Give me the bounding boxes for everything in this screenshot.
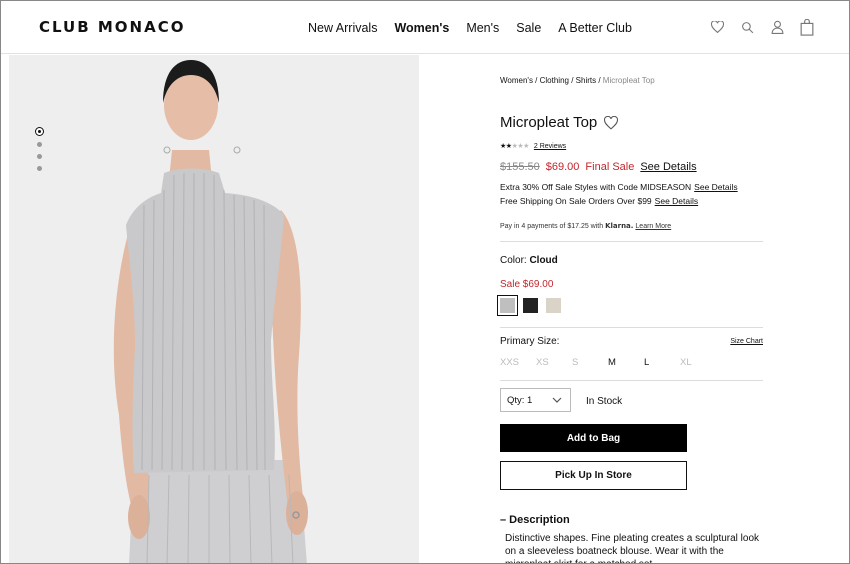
size-xxs[interactable]: XXS — [500, 357, 536, 368]
product-photo — [9, 55, 419, 563]
promo-2-details-link[interactable]: See Details — [655, 196, 698, 206]
see-details-link[interactable]: See Details — [640, 161, 696, 173]
site-header: CLUB MONACO New Arrivals Women's Men's S… — [1, 1, 849, 54]
description-text: Distinctive shapes. Fine pleating create… — [505, 533, 760, 563]
bag-icon[interactable] — [799, 18, 815, 36]
header-icons — [709, 18, 815, 36]
nav-mens[interactable]: Men's — [466, 21, 499, 35]
user-icon[interactable] — [769, 18, 785, 36]
chevron-down-icon — [552, 397, 562, 403]
size-xl[interactable]: XL — [680, 357, 716, 368]
add-to-bag-button[interactable]: Add to Bag — [500, 424, 687, 452]
size-s[interactable]: S — [572, 357, 608, 368]
size-options: XXS XS S M L XL — [500, 357, 716, 368]
product-title: Micropleat Top — [500, 114, 598, 131]
gallery-dot[interactable] — [37, 154, 42, 159]
quantity-value: Qty: 1 — [507, 395, 533, 406]
promo-text-1: Extra 30% Off Sale Styles with Code MIDS… — [500, 182, 692, 192]
price-row: $155.50 $69.00 Final Sale See Details — [500, 161, 697, 173]
swatch-black[interactable] — [523, 298, 538, 313]
rating-stars: ★★★★★ — [500, 143, 529, 150]
pick-up-in-store-button[interactable]: Pick Up In Store — [500, 461, 687, 490]
original-price: $155.50 — [500, 161, 540, 173]
divider — [500, 241, 763, 242]
wishlist-heart-icon[interactable] — [604, 115, 619, 130]
breadcrumb-current: Micropleat Top — [602, 76, 655, 85]
size-m[interactable]: M — [608, 357, 644, 368]
nav-sale[interactable]: Sale — [516, 21, 541, 35]
klarna-learn-more-link[interactable]: Learn More — [635, 223, 671, 230]
main-nav: New Arrivals Women's Men's Sale A Better… — [308, 21, 632, 35]
reviews-link[interactable]: 2 Reviews — [534, 143, 566, 150]
klarna-logo: Klarna. — [605, 222, 634, 230]
size-l[interactable]: L — [644, 357, 680, 368]
color-swatches — [497, 295, 561, 316]
sale-price-label: Sale $69.00 — [500, 279, 554, 290]
promo-text-2: Free Shipping On Sale Orders Over $99 — [500, 196, 652, 206]
gallery-dot[interactable] — [36, 128, 43, 135]
search-icon[interactable] — [739, 18, 755, 36]
description-heading[interactable]: – Description — [500, 514, 570, 526]
breadcrumb: Women's / Clothing / Shirts / Micropleat… — [500, 76, 655, 85]
breadcrumb-shirts[interactable]: Shirts — [576, 76, 596, 85]
size-xs[interactable]: XS — [536, 357, 572, 368]
page-frame: CLUB MONACO New Arrivals Women's Men's S… — [0, 0, 850, 564]
color-label: Color: — [500, 255, 530, 266]
size-chart-link[interactable]: Size Chart — [730, 338, 763, 345]
gallery-dots — [36, 128, 43, 171]
final-sale-label: Final Sale — [585, 161, 635, 173]
breadcrumb-clothing[interactable]: Clothing — [540, 76, 569, 85]
breadcrumb-separator: / — [532, 76, 540, 85]
promo-line-1: Extra 30% Off Sale Styles with Code MIDS… — [500, 182, 738, 192]
divider — [500, 327, 763, 328]
site-logo[interactable]: CLUB MONACO — [39, 18, 185, 36]
divider — [500, 380, 763, 381]
size-label: Primary Size: — [500, 336, 560, 347]
gallery-dot[interactable] — [37, 166, 42, 171]
nav-womens[interactable]: Women's — [394, 21, 449, 35]
product-image[interactable] — [9, 55, 419, 563]
klarna-row: Pay in 4 payments of $17.25 with Klarna.… — [500, 222, 671, 230]
rating-row: ★★★★★ 2 Reviews — [500, 142, 566, 151]
swatch-cloud[interactable] — [497, 295, 518, 316]
breadcrumb-womens[interactable]: Women's — [500, 76, 533, 85]
breadcrumb-separator: / — [596, 76, 603, 85]
heart-icon[interactable] — [709, 18, 725, 36]
klarna-text: Pay in 4 payments of $17.25 with — [500, 223, 604, 230]
quantity-select[interactable]: Qty: 1 — [500, 388, 571, 412]
color-row: Color: Cloud — [500, 255, 558, 266]
stock-status: In Stock — [586, 396, 623, 407]
gallery-dot[interactable] — [37, 142, 42, 147]
promo-1-details-link[interactable]: See Details — [694, 182, 737, 192]
promo-line-2: Free Shipping On Sale Orders Over $99 See… — [500, 196, 698, 206]
nav-a-better-club[interactable]: A Better Club — [558, 21, 632, 35]
breadcrumb-separator: / — [568, 76, 576, 85]
nav-new-arrivals[interactable]: New Arrivals — [308, 21, 377, 35]
product-title-row: Micropleat Top — [500, 114, 619, 131]
swatch-cream[interactable] — [546, 298, 561, 313]
color-value: Cloud — [529, 255, 558, 266]
sale-price: $69.00 — [545, 161, 580, 173]
